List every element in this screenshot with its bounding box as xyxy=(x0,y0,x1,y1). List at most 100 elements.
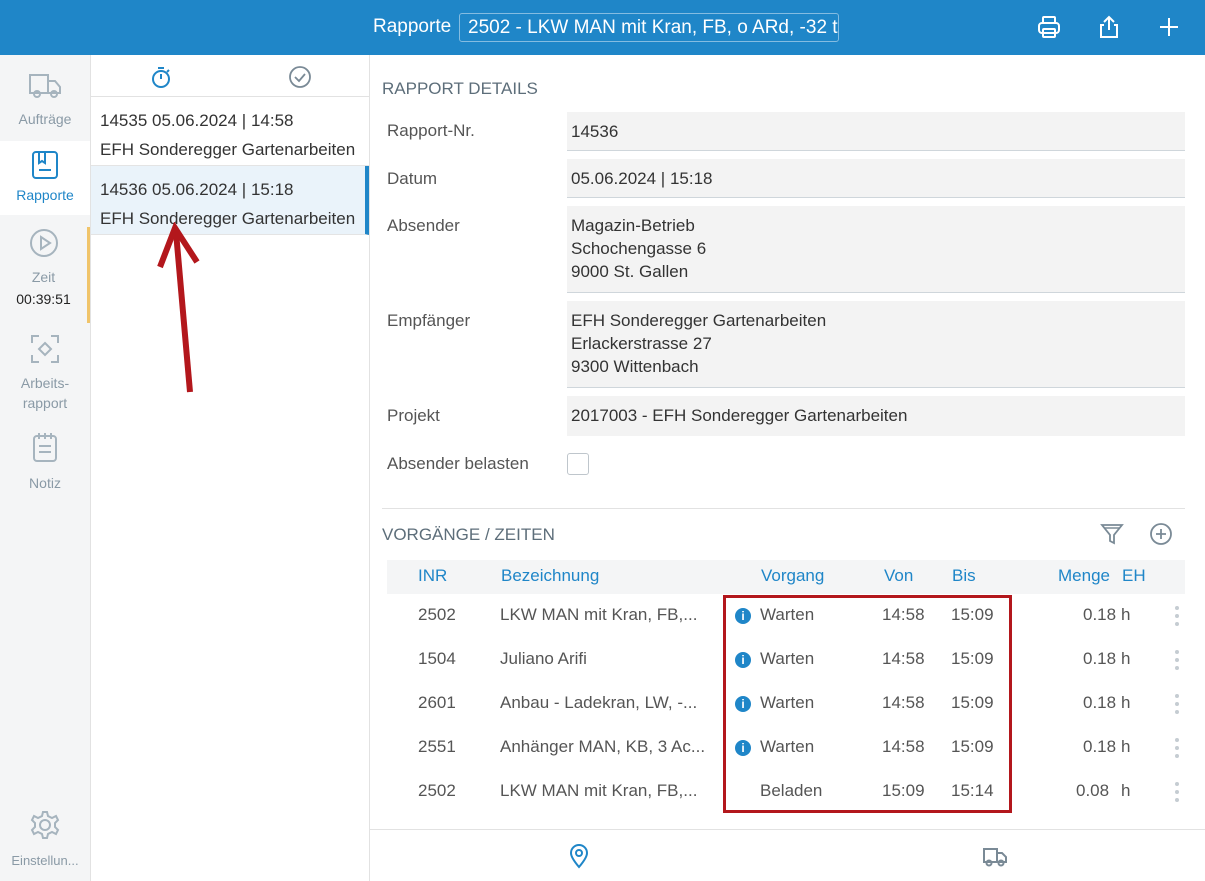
check-circle-icon[interactable] xyxy=(288,65,312,89)
share-button[interactable] xyxy=(1094,12,1124,42)
filter-icon[interactable] xyxy=(1099,521,1125,547)
cell-menge: 0.18 xyxy=(1083,605,1117,624)
column-header[interactable]: Bezeichnung xyxy=(501,566,599,586)
address-line: 9300 Wittenbach xyxy=(571,357,699,376)
page-title: Rapporte xyxy=(373,16,452,37)
truck-icon xyxy=(29,74,61,98)
datum-label: Datum xyxy=(387,169,438,188)
notepad-icon xyxy=(33,433,57,462)
sidebar-item-notiz[interactable]: Notiz xyxy=(0,431,90,495)
column-header[interactable]: Von xyxy=(884,566,913,586)
arrow-annotation xyxy=(157,222,200,393)
absender-label: Absender xyxy=(387,216,460,235)
cell-bezeichnung: Anbau - Ladekran, LW, -... xyxy=(500,693,698,712)
play-icon xyxy=(29,229,58,257)
projekt-label: Projekt xyxy=(387,406,440,425)
truck-icon[interactable] xyxy=(982,843,1008,869)
empfaenger-field[interactable]: EFH Sonderegger Gartenarbeiten Erlackers… xyxy=(567,301,1185,388)
sidebar: Aufträge Rapporte Zeit 00:39:51 Arbeits-… xyxy=(0,55,91,881)
cell-bezeichnung: Juliano Arifi xyxy=(500,649,587,668)
scan-target-icon xyxy=(31,335,59,363)
table-header: INR Bezeichnung Vorgang Von Bis Menge EH xyxy=(387,560,1185,594)
add-circle-icon[interactable] xyxy=(1148,521,1174,547)
list-tabs xyxy=(91,55,370,97)
sidebar-item-label: Arbeits- rapport xyxy=(20,375,70,411)
location-pin-icon[interactable] xyxy=(566,843,592,869)
row-menu-icon[interactable] xyxy=(1175,782,1179,802)
column-header[interactable]: Bis xyxy=(952,566,976,586)
cell-eh: h xyxy=(1121,649,1131,668)
list-item[interactable]: 14536 05.06.2024 | 15:18 EFH Sonderegger… xyxy=(91,166,369,235)
row-menu-icon[interactable] xyxy=(1175,606,1179,626)
timer-display: 00:39:51 xyxy=(16,291,71,307)
row-menu-icon[interactable] xyxy=(1175,650,1179,670)
divider xyxy=(382,508,1185,509)
sidebar-item-label: Zeit xyxy=(31,269,56,285)
absender-belasten-checkbox[interactable] xyxy=(567,453,589,475)
address-line: Erlackerstrasse 27 xyxy=(571,334,712,353)
sidebar-item-arbeitsrapport[interactable]: Arbeits- rapport xyxy=(0,333,90,417)
cell-menge: 0.18 xyxy=(1083,649,1117,668)
cell-bezeichnung: LKW MAN mit Kran, FB,... xyxy=(500,605,698,624)
plus-icon xyxy=(1160,18,1178,36)
rapport-nr-label: Rapport-Nr. xyxy=(387,121,475,140)
sidebar-item-label: Aufträge xyxy=(18,111,72,127)
vehicle-select[interactable]: 2502 - LKW MAN mit Kran, FB, o ARd, -32 … xyxy=(459,13,839,42)
report-number-date: 14536 05.06.2024 | 15:18 xyxy=(100,180,294,199)
sidebar-item-label: Einstellun... xyxy=(11,853,79,868)
cell-bezeichnung: LKW MAN mit Kran, FB,... xyxy=(500,781,698,800)
rapport-nr-field[interactable]: 14536 xyxy=(567,112,1185,151)
report-number-date: 14535 05.06.2024 | 14:58 xyxy=(100,111,294,130)
stopwatch-icon[interactable] xyxy=(149,65,173,89)
section-title: RAPPORT DETAILS xyxy=(382,79,538,98)
absender-belasten-label: Absender belasten xyxy=(387,454,529,473)
cell-eh: h xyxy=(1121,693,1131,712)
row-menu-icon[interactable] xyxy=(1175,694,1179,714)
column-header[interactable]: EH xyxy=(1122,566,1146,586)
report-customer: EFH Sonderegger Gartenarbeiten xyxy=(100,140,356,159)
report-icon xyxy=(32,151,58,179)
app-header: Rapporte 2502 - LKW MAN mit Kran, FB, o … xyxy=(0,0,1205,55)
report-list: 14535 05.06.2024 | 14:58 EFH Sonderegger… xyxy=(91,55,370,881)
column-header[interactable]: INR xyxy=(418,566,447,586)
share-icon xyxy=(1100,15,1118,38)
empfaenger-label: Empfänger xyxy=(387,311,471,330)
sidebar-item-settings[interactable]: Einstellun... xyxy=(0,809,90,873)
cell-bezeichnung: Anhänger MAN, KB, 3 Ac... xyxy=(500,737,706,756)
column-header[interactable]: Menge xyxy=(1058,566,1110,586)
sidebar-item-zeit[interactable]: Zeit 00:39:51 xyxy=(0,227,90,323)
bottom-toolbar xyxy=(370,829,1205,881)
cell-inr: 1504 xyxy=(418,649,456,668)
column-header[interactable]: Vorgang xyxy=(761,566,824,586)
absender-field[interactable]: Magazin-Betrieb Schochengasse 6 9000 St.… xyxy=(567,206,1185,293)
datum-field[interactable]: 05.06.2024 | 15:18 xyxy=(567,159,1185,198)
report-customer: EFH Sonderegger Gartenarbeiten xyxy=(100,209,356,228)
cell-menge: 0.18 xyxy=(1083,737,1117,756)
row-menu-icon[interactable] xyxy=(1175,738,1179,758)
cell-menge: 0.18 xyxy=(1083,693,1117,712)
sidebar-item-label: Rapporte xyxy=(16,187,74,203)
gear-icon xyxy=(30,811,60,839)
address-line: Schochengasse 6 xyxy=(571,239,707,258)
section-title: VORGÄNGE / ZEITEN xyxy=(382,525,555,544)
print-button[interactable] xyxy=(1034,12,1064,42)
sidebar-item-rapporte[interactable]: Rapporte xyxy=(0,141,90,215)
highlight-annotation xyxy=(723,595,1012,813)
cell-inr: 2601 xyxy=(418,693,456,712)
projekt-field[interactable]: 2017003 - EFH Sonderegger Gartenarbeiten xyxy=(567,396,1185,436)
cell-eh: h xyxy=(1121,737,1131,756)
cell-inr: 2551 xyxy=(418,737,456,756)
address-line: Magazin-Betrieb xyxy=(571,216,695,235)
cell-inr: 2502 xyxy=(418,781,456,800)
sidebar-item-auftraege[interactable]: Aufträge xyxy=(0,69,90,139)
cell-inr: 2502 xyxy=(418,605,456,624)
sidebar-item-label: Notiz xyxy=(29,475,61,491)
address-line: EFH Sonderegger Gartenarbeiten xyxy=(571,311,827,330)
cell-eh: h xyxy=(1121,605,1131,624)
cell-eh: h xyxy=(1121,781,1131,800)
printer-icon xyxy=(1038,16,1060,38)
cell-menge: 0.08 xyxy=(1076,781,1110,800)
add-button[interactable] xyxy=(1154,12,1184,42)
address-line: 9000 St. Gallen xyxy=(571,262,689,281)
list-item[interactable]: 14535 05.06.2024 | 14:58 EFH Sonderegger… xyxy=(91,97,369,166)
